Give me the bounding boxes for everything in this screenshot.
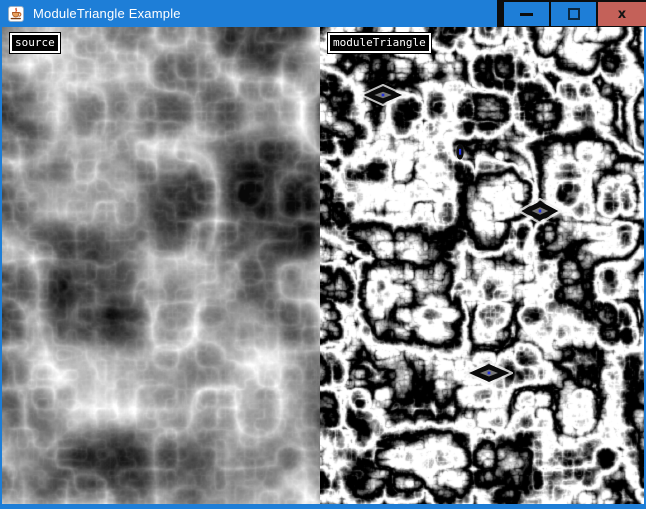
minimize-icon	[520, 13, 533, 16]
application-window: ModuleTriangle Example x source moduleTr…	[0, 0, 646, 509]
panel-label-source: source	[10, 33, 60, 53]
close-icon: x	[618, 8, 626, 21]
source-noise-canvas	[2, 27, 320, 504]
window-title: ModuleTriangle Example	[33, 6, 181, 21]
java-coffee-cup-icon	[8, 6, 24, 22]
maximize-icon	[568, 8, 580, 20]
window-controls: x	[497, 0, 646, 27]
close-button[interactable]: x	[598, 2, 646, 26]
content-area: source moduleTriangle	[2, 27, 644, 504]
minimize-button[interactable]	[504, 2, 549, 26]
panel-label-moduletriangle: moduleTriangle	[328, 33, 431, 53]
moduletriangle-noise-canvas	[320, 27, 644, 504]
maximize-button[interactable]	[551, 2, 596, 26]
